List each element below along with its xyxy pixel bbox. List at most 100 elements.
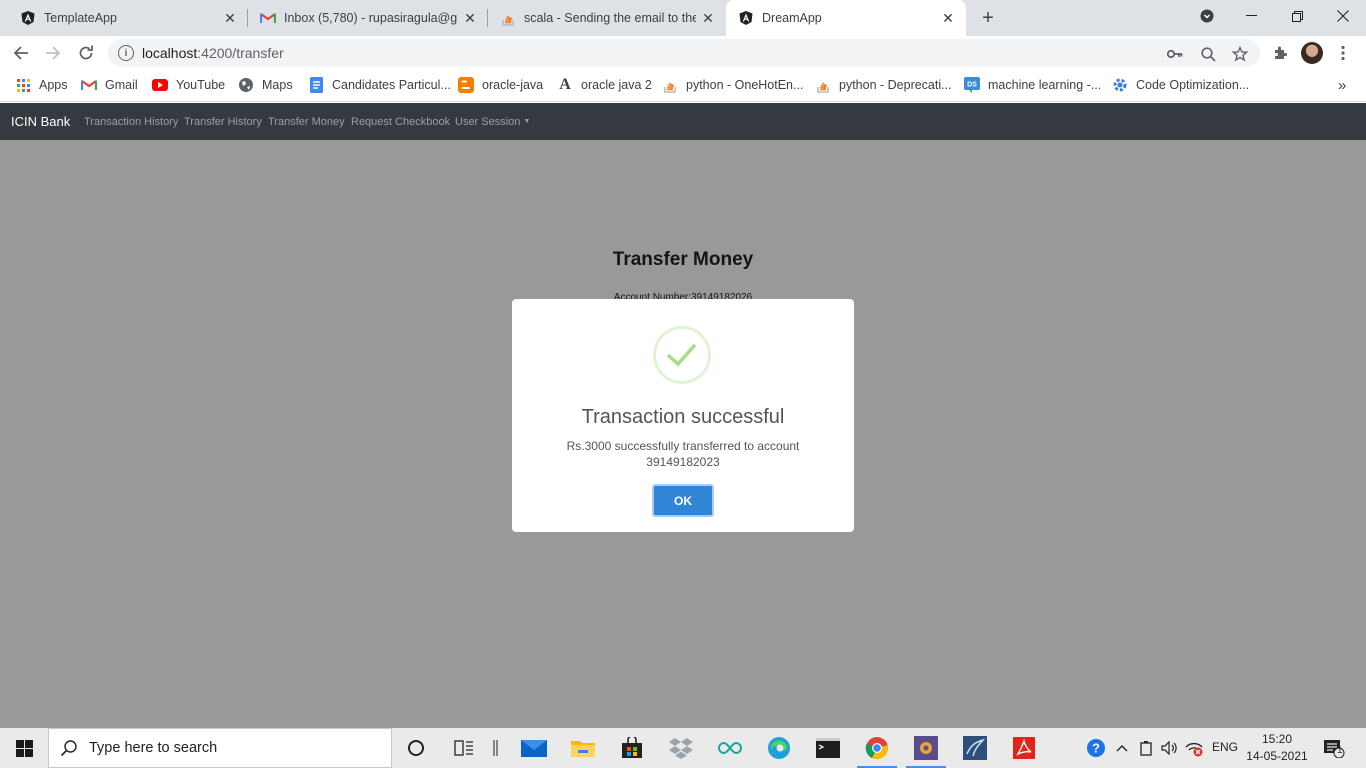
bookmarks-bar: Apps Gmail YouTube Maps Candidates Parti… [0, 69, 1366, 102]
bookmark-label: Maps [262, 78, 293, 92]
reload-button[interactable] [73, 40, 99, 66]
command-prompt-icon[interactable] [804, 728, 852, 768]
browser-toolbar: i localhost:4200/transfer [0, 36, 1366, 69]
zoom-icon[interactable] [1199, 45, 1217, 63]
gmail-icon [260, 10, 276, 26]
site-info-icon[interactable]: i [118, 45, 134, 61]
success-dialog: Transaction successful Rs.3000 successfu… [512, 299, 854, 532]
tab-dreamapp[interactable]: DreamApp ✕ [726, 0, 966, 36]
taskbar-search-box[interactable]: Type here to search [48, 728, 392, 768]
profile-avatar[interactable] [1301, 42, 1323, 64]
close-window-button[interactable] [1320, 0, 1366, 32]
bookmark-label: YouTube [176, 78, 226, 92]
browser-tab-strip: TemplateApp ✕ Inbox (5,780) - rupasiragu… [0, 0, 1366, 36]
forward-button[interactable] [40, 40, 66, 66]
search-icon [49, 739, 89, 757]
clock-date: 14-05-2021 [1246, 749, 1308, 763]
windows-taskbar: Type here to search ? ENG 15:20 14-05-20… [0, 728, 1366, 768]
bookmark-gmail[interactable]: Gmail [81, 76, 138, 94]
close-icon[interactable]: ✕ [222, 10, 238, 26]
arduino-icon[interactable] [706, 728, 754, 768]
tab-title: DreamApp [762, 11, 822, 25]
bookmark-oracle-java[interactable]: oracle-java [458, 76, 543, 94]
url-host: localhost [142, 45, 198, 61]
start-button[interactable] [0, 728, 48, 768]
chrome-browser-icon[interactable] [853, 728, 901, 768]
nav-user-session-label: User Session [455, 116, 521, 128]
notification-center-icon[interactable]: 1 [1316, 728, 1352, 768]
cortana-icon[interactable] [392, 728, 440, 768]
bookmark-label: python - OneHotEn... [686, 78, 804, 92]
stackoverflow-icon [815, 77, 831, 93]
bookmark-star-icon[interactable] [1231, 45, 1249, 63]
bookmark-machine-learning[interactable]: DS machine learning -... [964, 76, 1101, 94]
chevron-up-icon[interactable] [1110, 728, 1134, 768]
restore-button[interactable] [1274, 0, 1320, 32]
stackoverflow-icon [662, 77, 678, 93]
bookmark-apps[interactable]: Apps [15, 76, 68, 94]
bookmark-label: oracle-java [482, 78, 544, 92]
gear-icon [1112, 77, 1128, 93]
bookmark-code-optimization[interactable]: Code Optimization... [1112, 76, 1249, 94]
bookmark-label: python - Deprecati... [839, 78, 952, 92]
bookmark-python-deprecation[interactable]: python - Deprecati... [815, 76, 952, 94]
bookmark-youtube[interactable]: YouTube [152, 76, 225, 94]
volume-icon[interactable] [1158, 728, 1182, 768]
angular-icon [20, 10, 36, 26]
close-icon[interactable]: ✕ [940, 10, 956, 26]
bookmark-label: machine learning -... [988, 78, 1102, 92]
google-forms-icon [308, 77, 324, 93]
tab-gmail-inbox[interactable]: Inbox (5,780) - rupasiragula@gm ✕ [248, 0, 488, 36]
close-icon[interactable]: ✕ [462, 10, 478, 26]
network-disconnected-icon[interactable] [1182, 728, 1206, 768]
bookmark-maps[interactable]: Maps [238, 76, 293, 94]
close-icon[interactable]: ✕ [700, 10, 716, 26]
help-icon[interactable]: ? [1082, 728, 1110, 768]
battery-icon[interactable] [1134, 728, 1158, 768]
nav-transfer-money[interactable]: Transfer Money [268, 116, 345, 128]
tab-title: TemplateApp [44, 11, 117, 25]
mysql-workbench-icon[interactable] [951, 728, 999, 768]
ok-button[interactable]: OK [652, 484, 714, 517]
mail-app-icon[interactable] [510, 728, 558, 768]
store-app-icon[interactable] [608, 728, 656, 768]
nav-user-session[interactable]: User Session ▼ [455, 116, 530, 128]
gmail-icon [81, 77, 97, 93]
nav-transaction-history[interactable]: Transaction History [84, 116, 178, 128]
tab-title: scala - Sending the email to the f [524, 11, 696, 25]
tab-search-button[interactable] [1184, 0, 1230, 32]
svg-text:DS: DS [967, 82, 977, 89]
stackoverflow-icon [500, 10, 516, 26]
bookmark-oracle-java-2[interactable]: A oracle java 2 [557, 76, 652, 94]
clock-time: 15:20 [1261, 732, 1293, 746]
key-icon[interactable] [1166, 45, 1184, 63]
address-bar[interactable]: i localhost:4200/transfer [108, 39, 1260, 67]
svg-text:?: ? [1092, 741, 1100, 756]
back-button[interactable] [8, 40, 34, 66]
bookmark-label: oracle java 2 [581, 78, 652, 92]
file-explorer-icon[interactable] [559, 728, 607, 768]
edge-browser-icon[interactable] [755, 728, 803, 768]
minimize-button[interactable] [1228, 0, 1274, 32]
extensions-icon[interactable] [1268, 41, 1292, 65]
browser-menu-icon[interactable] [1331, 41, 1355, 65]
letter-a-icon: A [559, 76, 571, 93]
bookmark-candidates[interactable]: Candidates Particul... [308, 76, 451, 94]
caret-down-icon: ▼ [523, 118, 531, 125]
brand-link[interactable]: ICIN Bank [11, 114, 70, 129]
blogger-icon [458, 77, 474, 93]
nav-transfer-history[interactable]: Transfer History [184, 116, 262, 128]
notification-count: 1 [1337, 745, 1343, 756]
nav-request-checkbook[interactable]: Request Checkbook [351, 116, 450, 128]
language-indicator[interactable]: ENG [1212, 740, 1238, 754]
app-settings-icon[interactable] [902, 728, 950, 768]
new-tab-button[interactable]: + [976, 6, 1000, 30]
bookmark-python-onehot[interactable]: python - OneHotEn... [662, 76, 803, 94]
system-clock[interactable]: 15:20 14-05-2021 [1244, 731, 1310, 765]
dropbox-icon[interactable] [657, 728, 705, 768]
tab-templateapp[interactable]: TemplateApp ✕ [8, 0, 248, 36]
tab-scala-email[interactable]: scala - Sending the email to the f ✕ [488, 0, 726, 36]
success-checkmark-icon [653, 326, 711, 384]
pdf-reader-icon[interactable] [1000, 728, 1048, 768]
bookmarks-overflow-button[interactable]: » [1338, 76, 1346, 94]
